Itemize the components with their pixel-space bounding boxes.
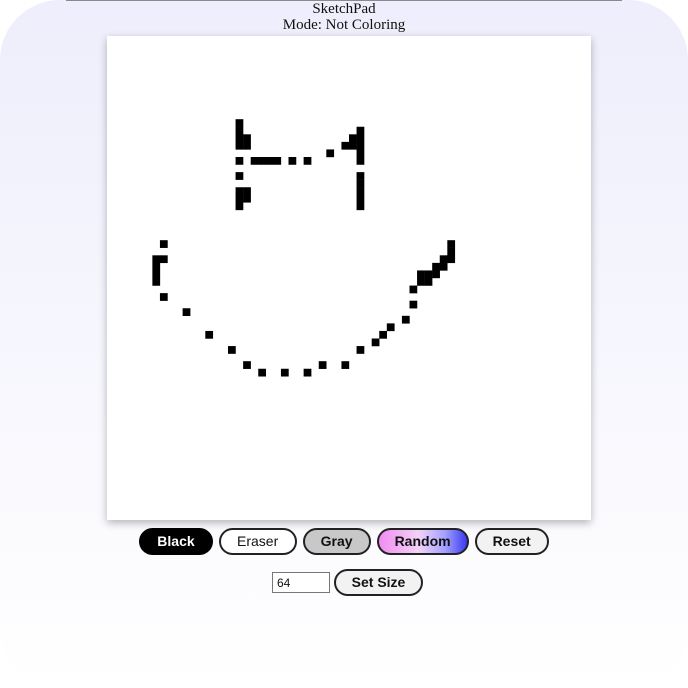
filled-cell[interactable] <box>258 368 267 377</box>
filled-cell[interactable] <box>447 255 456 264</box>
filled-cell[interactable] <box>235 194 244 203</box>
sketch-grid[interactable] <box>107 36 591 520</box>
random-button[interactable]: Random <box>376 528 469 555</box>
reset-button[interactable]: Reset <box>474 528 549 555</box>
filled-cell[interactable] <box>243 194 251 203</box>
filled-cell[interactable] <box>432 262 440 271</box>
filled-cell[interactable] <box>205 330 214 339</box>
filled-cell[interactable] <box>243 141 251 150</box>
filled-cell[interactable] <box>258 157 267 165</box>
filled-cell[interactable] <box>356 134 365 143</box>
app-window: SketchPad Mode: Not Coloring Black Erase… <box>0 0 688 688</box>
filled-cell[interactable] <box>356 187 365 196</box>
filled-cell[interactable] <box>409 300 418 309</box>
filled-cell[interactable] <box>243 361 251 369</box>
filled-cell[interactable] <box>326 149 335 158</box>
color-button-row: Black Eraser Gray Random Reset <box>0 528 688 555</box>
filled-cell[interactable] <box>159 255 168 264</box>
filled-cell[interactable] <box>303 368 312 377</box>
filled-cell[interactable] <box>356 141 365 150</box>
filled-cell[interactable] <box>447 247 456 256</box>
filled-cell[interactable] <box>265 157 274 165</box>
filled-cell[interactable] <box>356 179 365 188</box>
filled-cell[interactable] <box>379 330 388 339</box>
filled-cell[interactable] <box>371 338 380 347</box>
filled-cell[interactable] <box>356 172 365 180</box>
filled-cell[interactable] <box>356 194 365 203</box>
filled-cell[interactable] <box>235 119 244 127</box>
filled-cell[interactable] <box>356 157 365 165</box>
set-size-button[interactable]: Set Size <box>334 569 423 596</box>
filled-cell[interactable] <box>152 278 161 286</box>
gray-button[interactable]: Gray <box>302 528 371 555</box>
filled-cell[interactable] <box>409 285 418 294</box>
filled-cell[interactable] <box>447 240 456 248</box>
filled-cell[interactable] <box>432 270 440 279</box>
filled-cell[interactable] <box>235 141 244 150</box>
filled-cell[interactable] <box>349 141 357 150</box>
filled-cell[interactable] <box>417 278 425 286</box>
filled-cell[interactable] <box>152 270 161 279</box>
filled-cell[interactable] <box>303 157 312 165</box>
filled-cell[interactable] <box>356 202 365 211</box>
filled-cell[interactable] <box>159 240 168 248</box>
filled-cell[interactable] <box>439 262 448 271</box>
filled-cell[interactable] <box>356 126 365 135</box>
black-button[interactable]: Black <box>139 528 213 555</box>
filled-cell[interactable] <box>349 134 357 143</box>
filled-cell[interactable] <box>356 149 365 158</box>
filled-cell[interactable] <box>424 270 433 279</box>
filled-cell[interactable] <box>243 187 251 196</box>
filled-cell[interactable] <box>152 262 161 271</box>
filled-cell[interactable] <box>401 315 410 324</box>
filled-cell[interactable] <box>288 157 297 165</box>
filled-cell[interactable] <box>250 157 259 165</box>
filled-cell[interactable] <box>235 172 244 180</box>
filled-cell[interactable] <box>235 202 244 211</box>
sketch-canvas[interactable] <box>107 36 591 520</box>
filled-cell[interactable] <box>439 255 448 264</box>
eraser-button[interactable]: Eraser <box>218 528 297 555</box>
grid-size-input[interactable] <box>272 572 330 593</box>
filled-cell[interactable] <box>273 157 282 165</box>
filled-cell[interactable] <box>318 361 327 369</box>
filled-cell[interactable] <box>228 346 236 354</box>
filled-cell[interactable] <box>243 134 251 143</box>
filled-cell[interactable] <box>386 323 395 332</box>
filled-cell[interactable] <box>235 134 244 143</box>
filled-cell[interactable] <box>341 141 350 150</box>
filled-cell[interactable] <box>182 308 191 317</box>
page-title: SketchPad <box>312 1 376 17</box>
filled-cell[interactable] <box>235 126 244 135</box>
filled-cell[interactable] <box>356 346 365 354</box>
filled-cell[interactable] <box>280 368 289 377</box>
mode-status: Mode: Not Coloring <box>282 17 406 33</box>
filled-cell[interactable] <box>235 157 244 165</box>
filled-cell[interactable] <box>152 255 161 264</box>
filled-cell[interactable] <box>341 361 350 369</box>
grid-size-row: Set Size <box>0 569 688 597</box>
filled-cell[interactable] <box>424 278 433 286</box>
filled-cell[interactable] <box>159 293 168 301</box>
filled-cell[interactable] <box>417 270 425 279</box>
filled-cell[interactable] <box>235 187 244 196</box>
